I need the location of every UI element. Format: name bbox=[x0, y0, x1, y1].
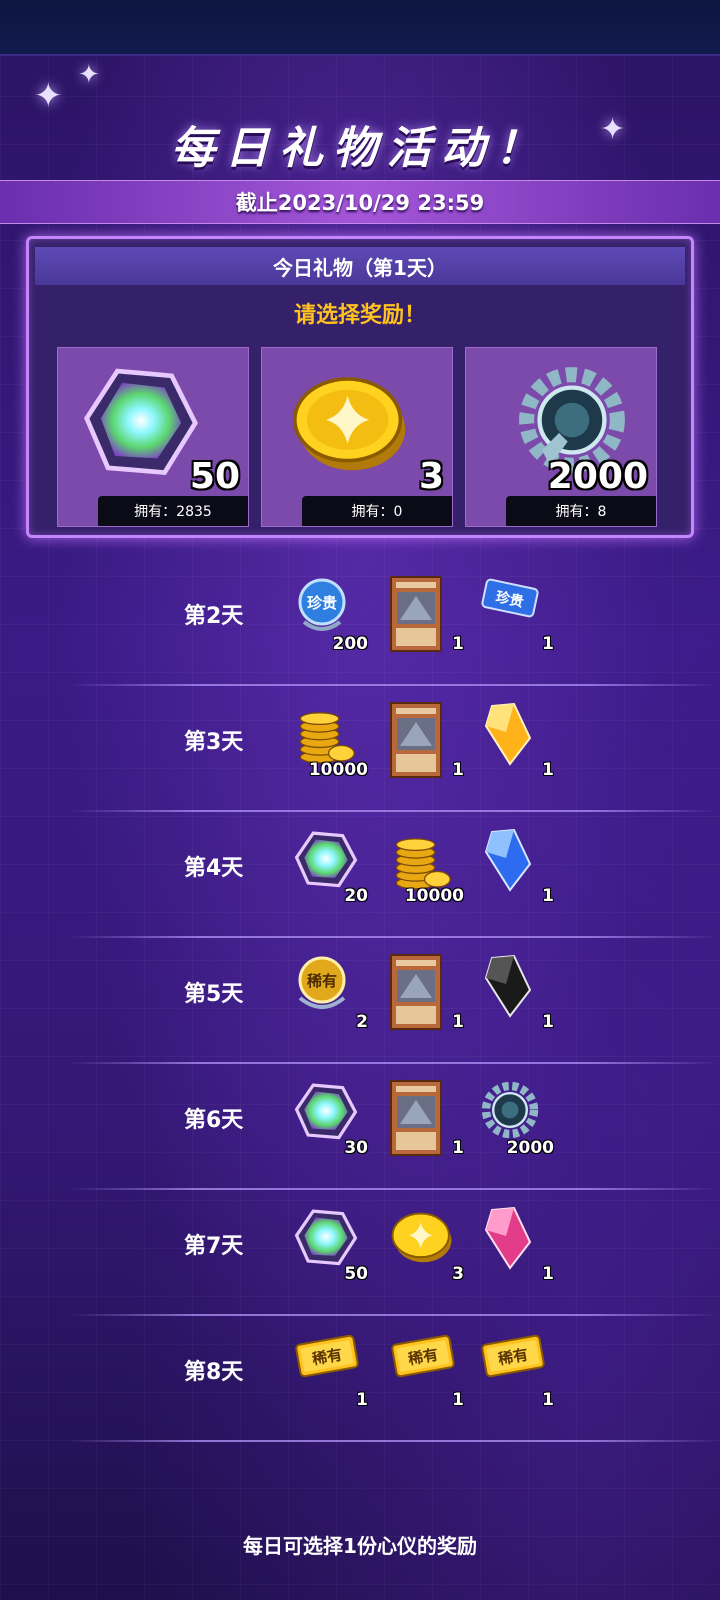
reward-item: 10000 bbox=[288, 696, 368, 780]
gold-coin-icon bbox=[390, 1206, 454, 1270]
rare-orb-icon: 稀有 bbox=[294, 954, 350, 1018]
reward-count: 50 bbox=[344, 1264, 368, 1284]
reward-item: 20 bbox=[288, 822, 368, 906]
reward-item: 2000 bbox=[474, 1074, 554, 1158]
reward-count: 2 bbox=[356, 1012, 368, 1032]
reward-count: 1 bbox=[356, 1390, 368, 1410]
reward-count: 1 bbox=[452, 1012, 464, 1032]
reward-item: 稀有 1 bbox=[288, 1326, 368, 1410]
reward-count: 1 bbox=[542, 886, 554, 906]
reward-count: 1 bbox=[542, 760, 554, 780]
deadline-bar: 截止2023/10/29 23:59 bbox=[0, 180, 720, 224]
reward-amount: 2000 bbox=[547, 456, 648, 497]
svg-text:珍贵: 珍贵 bbox=[307, 594, 337, 612]
orange-crystal-icon bbox=[480, 702, 532, 770]
reward-count: 1 bbox=[542, 634, 554, 654]
reward-item: 稀有 1 bbox=[384, 1326, 464, 1410]
reward-count: 1 bbox=[452, 634, 464, 654]
today-gift-panel: 今日礼物（第1天） 请选择奖励！ 50 拥有：2835 3 拥有：0 2000 … bbox=[26, 236, 694, 538]
reward-amount: 50 bbox=[189, 456, 240, 497]
reward-count: 1 bbox=[452, 760, 464, 780]
gold-coin-icon bbox=[293, 377, 406, 471]
reward-count: 200 bbox=[332, 634, 369, 654]
sparkle-icon: ✦ bbox=[78, 60, 100, 90]
reward-item: 30 bbox=[288, 1074, 368, 1158]
select-reward-prompt: 请选择奖励！ bbox=[293, 303, 426, 328]
reward-count: 20 bbox=[344, 886, 368, 906]
reward-item: 珍贵 200 bbox=[288, 570, 368, 654]
reward-count: 10000 bbox=[404, 886, 464, 906]
day-label: 第3天 bbox=[184, 730, 244, 755]
day-row: 第2天 珍贵 200 1 珍贵 1 bbox=[0, 560, 720, 686]
rare-ticket-icon: 稀有 bbox=[390, 1332, 456, 1384]
footer-note: 每日可选择1份心仪的奖励 bbox=[243, 1534, 477, 1558]
reward-count: 30 bbox=[344, 1138, 368, 1158]
reward-item: 1 bbox=[474, 822, 554, 906]
rare-ticket-icon: 稀有 bbox=[480, 1332, 546, 1384]
rare-ticket-icon: 稀有 bbox=[294, 1332, 360, 1384]
day-label: 第7天 bbox=[184, 1234, 244, 1259]
reward-item: 1 bbox=[384, 696, 464, 780]
top-bar bbox=[0, 0, 720, 56]
card-icon bbox=[390, 702, 442, 782]
reward-item: 1 bbox=[474, 948, 554, 1032]
day-row: 第8天 稀有 1 稀有 1 稀有 1 bbox=[0, 1316, 720, 1442]
card-icon bbox=[390, 954, 442, 1034]
day-label: 第8天 bbox=[184, 1360, 244, 1385]
reward-count: 3 bbox=[452, 1264, 464, 1284]
pink-crystal-icon bbox=[480, 1206, 532, 1274]
blue-crystal-icon bbox=[480, 828, 532, 896]
gem-icon bbox=[84, 368, 198, 476]
reward-item: 1 bbox=[474, 696, 554, 780]
owned-count: 拥有：8 bbox=[506, 496, 656, 526]
day-row: 第3天 10000 1 1 bbox=[0, 686, 720, 812]
reward-item: 50 bbox=[288, 1200, 368, 1284]
reward-item: 1 bbox=[384, 1074, 464, 1158]
black-crystal-icon bbox=[480, 954, 532, 1022]
card-icon bbox=[390, 1080, 442, 1160]
page-title: 每日礼物活动！ bbox=[171, 123, 549, 174]
reward-count: 2000 bbox=[506, 1138, 554, 1158]
gear-token-icon bbox=[480, 1080, 540, 1144]
reward-option-gem[interactable]: 50 拥有：2835 bbox=[57, 347, 249, 527]
reward-option-coin[interactable]: 3 拥有：0 bbox=[261, 347, 453, 527]
row-divider bbox=[68, 1440, 718, 1442]
reward-count: 1 bbox=[452, 1138, 464, 1158]
day-row: 第4天 20 10000 1 bbox=[0, 812, 720, 938]
day-label: 第5天 bbox=[184, 982, 244, 1007]
owned-count: 拥有：2835 bbox=[98, 496, 248, 526]
reward-option-gear[interactable]: 2000 拥有：8 bbox=[465, 347, 657, 527]
precious-ticket-icon: 珍贵 bbox=[480, 576, 540, 624]
card-icon bbox=[390, 576, 442, 656]
reward-item: 1 bbox=[474, 1200, 554, 1284]
reward-item: 稀有 2 bbox=[288, 948, 368, 1032]
precious-orb-icon: 珍贵 bbox=[294, 576, 350, 640]
reward-item: 珍贵 1 bbox=[474, 570, 554, 654]
reward-item: 1 bbox=[384, 570, 464, 654]
reward-amount: 3 bbox=[418, 456, 444, 497]
today-gift-header: 今日礼物（第1天） bbox=[35, 247, 685, 285]
day-row: 第6天 30 1 2000 bbox=[0, 1064, 720, 1190]
day-label: 第6天 bbox=[184, 1108, 244, 1133]
reward-item: 3 bbox=[384, 1200, 464, 1284]
svg-text:稀有: 稀有 bbox=[307, 972, 337, 990]
reward-item: 稀有 1 bbox=[474, 1326, 554, 1410]
sparkle-icon: ✦ bbox=[34, 76, 63, 116]
deadline-text: 截止2023/10/29 23:59 bbox=[235, 191, 485, 215]
day-row: 第7天 50 3 1 bbox=[0, 1190, 720, 1316]
day-label: 第2天 bbox=[184, 604, 244, 629]
reward-item: 1 bbox=[384, 948, 464, 1032]
owned-count: 拥有：0 bbox=[302, 496, 452, 526]
day-label: 第4天 bbox=[184, 856, 244, 881]
reward-count: 1 bbox=[542, 1390, 554, 1410]
reward-count: 1 bbox=[542, 1012, 554, 1032]
day-row: 第5天 稀有 2 1 1 bbox=[0, 938, 720, 1064]
reward-item: 10000 bbox=[384, 822, 464, 906]
reward-count: 10000 bbox=[308, 760, 368, 780]
reward-count: 1 bbox=[542, 1264, 554, 1284]
reward-count: 1 bbox=[452, 1390, 464, 1410]
